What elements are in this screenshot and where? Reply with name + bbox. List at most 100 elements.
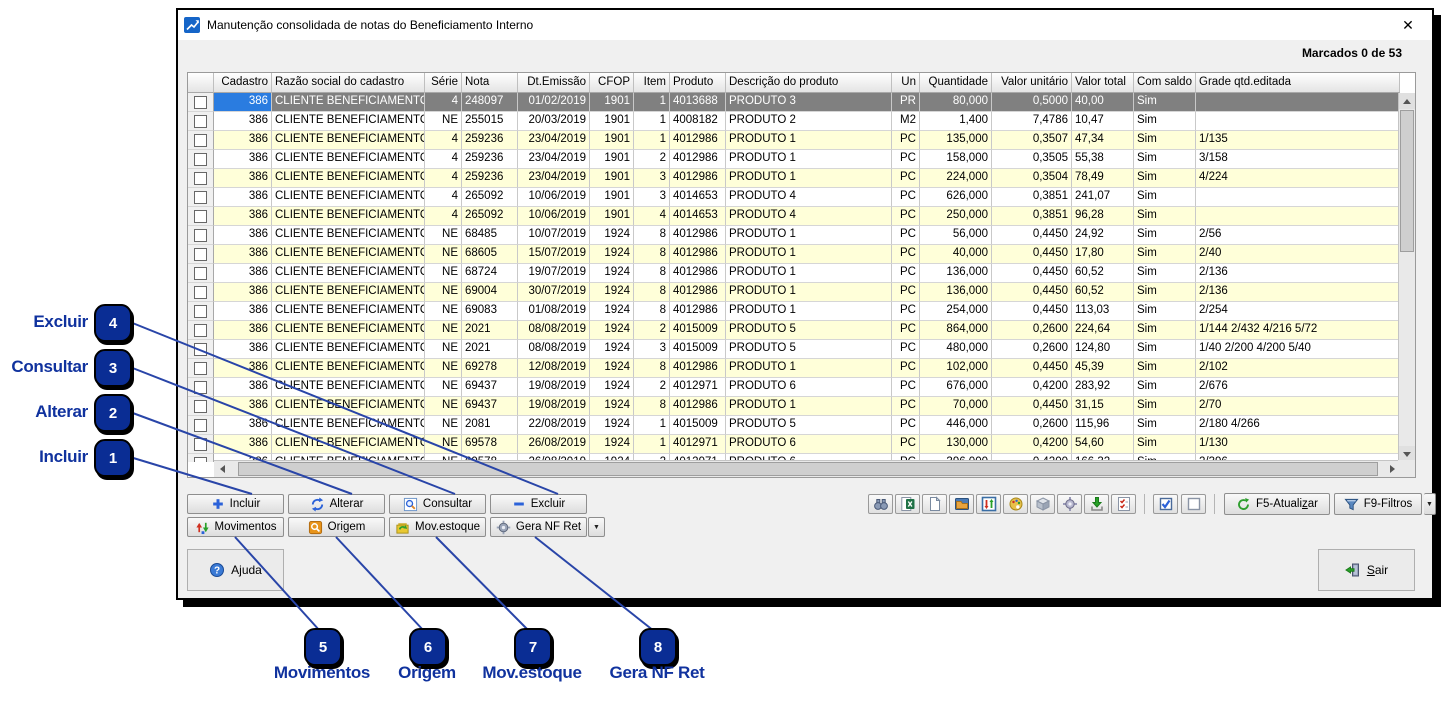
table-row[interactable]: 386CLIENTE BENEFICIAMENTO426509210/06/20… — [188, 207, 1400, 226]
table-row[interactable]: 386CLIENTE BENEFICIAMENTONE6943719/08/20… — [188, 378, 1400, 397]
cell: NE — [425, 112, 462, 131]
column-header[interactable]: Valor unitário — [992, 73, 1072, 93]
row-checkbox[interactable] — [194, 267, 207, 280]
column-header[interactable]: Descrição do produto — [726, 73, 892, 93]
column-header[interactable] — [188, 73, 214, 93]
table-row[interactable]: 386CLIENTE BENEFICIAMENTONE6860515/07/20… — [188, 245, 1400, 264]
cell: 224,000 — [920, 169, 992, 188]
column-header[interactable]: Com saldo — [1134, 73, 1196, 93]
excluir-button[interactable]: Excluir — [490, 494, 587, 514]
row-checkbox[interactable] — [194, 248, 207, 261]
row-checkbox[interactable] — [194, 172, 207, 185]
column-header[interactable]: Razão social do cadastro — [272, 73, 425, 93]
palette-icon-button[interactable] — [1003, 494, 1028, 514]
cube-icon-button[interactable] — [1030, 494, 1055, 514]
horizontal-scroll-thumb[interactable] — [238, 462, 1378, 476]
horizontal-scrollbar[interactable] — [214, 460, 1400, 477]
import-download-icon-button[interactable] — [1084, 494, 1109, 514]
column-header[interactable]: Un — [892, 73, 920, 93]
cell: PC — [892, 397, 920, 416]
table-row[interactable]: 386CLIENTE BENEFICIAMENTO426509210/06/20… — [188, 188, 1400, 207]
scroll-up-arrow[interactable] — [1399, 93, 1415, 109]
row-checkbox[interactable] — [194, 115, 207, 128]
column-header[interactable]: Quantidade — [920, 73, 992, 93]
column-header[interactable]: Item — [634, 73, 670, 93]
checklist-icon-button[interactable] — [1111, 494, 1136, 514]
column-header[interactable]: Cadastro — [214, 73, 272, 93]
scroll-left-arrow[interactable] — [214, 461, 230, 477]
row-checkbox[interactable] — [194, 134, 207, 147]
table-row[interactable]: 386CLIENTE BENEFICIAMENTONE6943719/08/20… — [188, 397, 1400, 416]
table-row[interactable]: 386CLIENTE BENEFICIAMENTO425923623/04/20… — [188, 131, 1400, 150]
column-header[interactable]: Nota — [462, 73, 518, 93]
row-checkbox[interactable] — [194, 457, 207, 463]
table-row[interactable]: 386CLIENTE BENEFICIAMENTO424809701/02/20… — [188, 93, 1400, 112]
cell: 135,000 — [920, 131, 992, 150]
title-bar[interactable]: Manutenção consolidada de notas do Benef… — [178, 10, 1432, 40]
settings-gear-icon-button[interactable] — [1057, 494, 1082, 514]
vertical-scroll-thumb[interactable] — [1400, 110, 1414, 252]
table-row[interactable]: 386CLIENTE BENEFICIAMENTONE208122/08/201… — [188, 416, 1400, 435]
row-checkbox[interactable] — [194, 153, 207, 166]
table-row[interactable]: 386CLIENTE BENEFICIAMENTONE6872419/07/20… — [188, 264, 1400, 283]
gera-nf-ret-button[interactable]: Gera NF Ret — [490, 517, 587, 537]
reports-folder-icon-button[interactable] — [949, 494, 974, 514]
new-document-icon-button[interactable] — [922, 494, 947, 514]
cell: NE — [425, 283, 462, 302]
column-header[interactable]: Dt.Emissão — [518, 73, 590, 93]
incluir-button[interactable]: Incluir — [187, 494, 284, 514]
sair-button[interactable]: Sair — [1318, 549, 1415, 591]
cell: CLIENTE BENEFICIAMENTO — [272, 226, 425, 245]
cell: 386 — [214, 397, 272, 416]
row-checkbox[interactable] — [194, 229, 207, 242]
f5-atualizar-button[interactable]: F5-Atualizar — [1224, 493, 1330, 515]
row-checkbox[interactable] — [194, 191, 207, 204]
uncheck-all-button[interactable] — [1181, 494, 1206, 514]
row-checkbox[interactable] — [194, 286, 207, 299]
table-row[interactable]: 386CLIENTE BENEFICIAMENTONE6900430/07/20… — [188, 283, 1400, 302]
row-checkbox[interactable] — [194, 438, 207, 451]
vertical-scrollbar[interactable] — [1398, 93, 1415, 462]
f9-filtros-button[interactable]: F9-Filtros — [1334, 493, 1422, 515]
movimentos-button[interactable]: Movimentos — [187, 517, 284, 537]
row-checkbox[interactable] — [194, 324, 207, 337]
column-header[interactable]: Valor total — [1072, 73, 1134, 93]
table-row[interactable]: 386CLIENTE BENEFICIAMENTONE25501520/03/2… — [188, 112, 1400, 131]
row-checkbox[interactable] — [194, 381, 207, 394]
row-checkbox[interactable] — [194, 343, 207, 356]
excel-export-icon-button[interactable] — [895, 494, 920, 514]
binoculars-icon-button[interactable] — [868, 494, 893, 514]
row-checkbox[interactable] — [194, 305, 207, 318]
table-row[interactable]: 386CLIENTE BENEFICIAMENTO425923623/04/20… — [188, 169, 1400, 188]
column-order-icon-button[interactable] — [976, 494, 1001, 514]
table-row[interactable]: 386CLIENTE BENEFICIAMENTONE6908301/08/20… — [188, 302, 1400, 321]
table-row[interactable]: 386CLIENTE BENEFICIAMENTONE6927812/08/20… — [188, 359, 1400, 378]
origem-button[interactable]: Origem — [288, 517, 385, 537]
table-row[interactable]: 386CLIENTE BENEFICIAMENTO425923623/04/20… — [188, 150, 1400, 169]
column-header[interactable]: CFOP — [590, 73, 634, 93]
row-checkbox[interactable] — [194, 362, 207, 375]
row-checkbox[interactable] — [194, 210, 207, 223]
check-all-button[interactable] — [1153, 494, 1178, 514]
row-checkbox[interactable] — [194, 419, 207, 432]
column-header[interactable]: Grade qtd.editada — [1196, 73, 1400, 93]
column-header[interactable]: Série — [425, 73, 462, 93]
cell: 1/40 2/200 4/200 5/40 — [1196, 340, 1400, 359]
column-header[interactable]: Produto — [670, 73, 726, 93]
table-row[interactable]: 386CLIENTE BENEFICIAMENTONE6848510/07/20… — [188, 226, 1400, 245]
cell: 4 — [634, 207, 670, 226]
gera-nf-ret-dropdown[interactable]: ▼ — [588, 517, 605, 537]
mov-estoque-button[interactable]: Mov.estoque — [389, 517, 486, 537]
alterar-button[interactable]: Alterar — [288, 494, 385, 514]
close-icon[interactable]: ✕ — [1398, 15, 1418, 35]
row-checkbox[interactable] — [194, 400, 207, 413]
ajuda-button[interactable]: ? Ajuda — [187, 549, 284, 591]
table-row[interactable]: 386CLIENTE BENEFICIAMENTONE6957826/08/20… — [188, 435, 1400, 454]
cell: 4012986 — [670, 245, 726, 264]
cell: 136,000 — [920, 264, 992, 283]
table-row[interactable]: 386CLIENTE BENEFICIAMENTONE202108/08/201… — [188, 340, 1400, 359]
filters-dropdown[interactable]: ▼ — [1424, 493, 1436, 515]
table-row[interactable]: 386CLIENTE BENEFICIAMENTONE202108/08/201… — [188, 321, 1400, 340]
row-checkbox[interactable] — [194, 96, 207, 109]
consultar-button[interactable]: Consultar — [389, 494, 486, 514]
